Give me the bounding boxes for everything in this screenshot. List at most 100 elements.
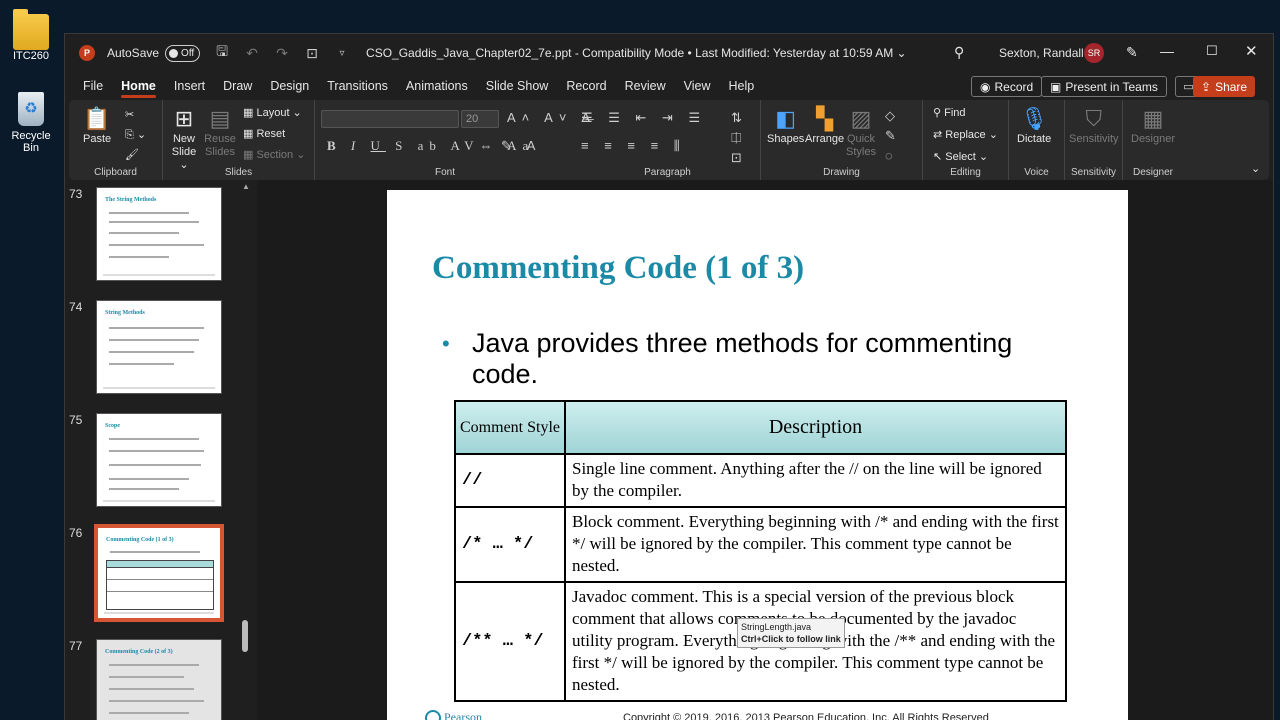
quick-styles-button[interactable]: ▨ Quick Styles: [843, 106, 879, 159]
share-label: Share: [1215, 79, 1248, 94]
alignment-buttons[interactable]: ≡ ≡ ≡ ≡ ⫼: [581, 138, 686, 154]
group-label: Slides: [224, 167, 253, 178]
slide-thumbnail-76[interactable]: Commenting Code (1 of 3): [94, 524, 224, 622]
group-label: Designer: [1132, 167, 1174, 178]
slide-title[interactable]: Commenting Code (1 of 3): [432, 250, 804, 287]
format-painter-button[interactable]: 🖌: [125, 148, 139, 161]
minimize-icon[interactable]: —: [1160, 43, 1174, 59]
find-button[interactable]: ⚲ Find: [933, 106, 966, 119]
layout-button[interactable]: ▦ Layout ⌄: [243, 106, 302, 119]
customize-toolbar-icon[interactable]: ▿: [334, 48, 350, 59]
slide-footer: Copyright © 2019, 2016, 2013 Pearson Edu…: [623, 712, 989, 720]
collapse-ribbon-icon[interactable]: ⌄: [1251, 162, 1260, 175]
tab-animations[interactable]: Animations: [406, 79, 468, 93]
drawing-group: ◧ Shapes ▚ Arrange ▨ Quick Styles ◇ ✎ ◌ Drawi…: [761, 100, 923, 180]
thumbnail-footer: [103, 387, 215, 389]
hyperlink-tooltip: StringLength.java Ctrl+Click to follow l…: [737, 618, 845, 648]
tab-draw[interactable]: Draw: [223, 79, 252, 93]
record-button[interactable]: ◉ Record: [971, 76, 1043, 97]
thumbnail-title: String Methods: [105, 310, 145, 316]
tab-view[interactable]: View: [684, 79, 711, 93]
font-color-buttons[interactable]: ✎ A: [501, 138, 541, 154]
user-name[interactable]: Sexton, Randall S: [999, 46, 1095, 60]
slide-thumbnail-75[interactable]: Scope: [96, 413, 222, 507]
present-label: Present in Teams: [1065, 79, 1158, 94]
cut-button[interactable]: ✂: [125, 108, 134, 121]
slide-editor: Commenting Code (1 of 3) • Java provides…: [257, 180, 1273, 720]
shapes-button[interactable]: ◧ Shapes: [767, 106, 804, 146]
undo-icon[interactable]: ↶: [244, 45, 260, 62]
thumbnail-text-line: [109, 221, 199, 223]
comment-description-cell: Block comment. Everything beginning with…: [564, 506, 1067, 583]
tab-review[interactable]: Review: [625, 79, 666, 93]
tab-transitions[interactable]: Transitions: [327, 79, 388, 93]
table-row: // Single line comment. Anything after t…: [454, 453, 1067, 508]
quick-styles-icon: ▨: [850, 106, 872, 131]
thumbnail-title: Commenting Code (2 of 3): [105, 649, 173, 655]
dictate-button[interactable]: 🎙 Dictate: [1017, 106, 1051, 146]
reuse-slides-button[interactable]: ▤ Reuse Slides: [203, 106, 237, 159]
present-from-start-icon[interactable]: ⊡: [304, 45, 320, 62]
desktop-recycle-bin[interactable]: Recycle Bin: [4, 92, 58, 154]
pearson-logo-text: Pearson: [444, 710, 482, 720]
thumbnail-scrollbar[interactable]: [242, 620, 248, 652]
recycle-bin-icon: [18, 92, 44, 126]
sensitivity-button[interactable]: ⛉ Sensitivity: [1069, 106, 1119, 146]
avatar[interactable]: SR: [1084, 43, 1104, 63]
thumbnail-number: 77: [69, 639, 83, 653]
designer-button[interactable]: ▦ Designer: [1131, 106, 1175, 146]
select-button[interactable]: ↖ Select ⌄: [933, 150, 988, 163]
tab-file[interactable]: File: [83, 79, 103, 93]
tab-record[interactable]: Record: [566, 79, 606, 93]
slide-bullet[interactable]: • Java provides three methods for commen…: [442, 328, 1062, 390]
section-button[interactable]: ▦ Section ⌄: [243, 148, 305, 161]
group-label: Paragraph: [644, 167, 691, 178]
tab-insert[interactable]: Insert: [174, 79, 205, 93]
autosave-toggle[interactable]: Off: [165, 44, 201, 62]
search-icon[interactable]: ⚲: [954, 44, 964, 61]
thumbnail-text-line: [109, 339, 199, 341]
font-size-select[interactable]: 20: [461, 110, 499, 128]
designer-icon: ▦: [1142, 106, 1164, 131]
paste-button[interactable]: 📋 Paste: [83, 106, 111, 146]
redo-icon[interactable]: ↷: [274, 45, 290, 62]
font-name-select[interactable]: [321, 110, 459, 128]
slide-canvas[interactable]: Commenting Code (1 of 3) • Java provides…: [387, 190, 1128, 720]
thumbnail-number: 76: [69, 526, 83, 540]
slide-thumbnail-73[interactable]: The String Methods: [96, 187, 222, 281]
table-header-description: Description: [564, 400, 1067, 455]
save-icon[interactable]: 🖫: [214, 41, 230, 65]
comment-styles-table[interactable]: Comment Style Description // Single line…: [454, 400, 1067, 702]
folder-icon: [13, 9, 49, 50]
slide-thumbnail-77[interactable]: Commenting Code (2 of 3): [96, 639, 222, 720]
pen-icon[interactable]: ✎: [1126, 44, 1138, 61]
desktop-folder-itc260[interactable]: ITC260: [4, 9, 58, 62]
maximize-icon[interactable]: ☐: [1206, 43, 1218, 59]
designer-group: ▦ Designer Designer: [1123, 100, 1183, 180]
group-label: Editing: [950, 167, 981, 178]
list-buttons[interactable]: ☰ ☰ ⇤ ⇥ ☰: [581, 110, 706, 126]
text-direction-buttons[interactable]: ⇅ ⎅ ⊡: [731, 108, 742, 168]
present-in-teams-button[interactable]: ▣ Present in Teams: [1041, 76, 1167, 97]
reuse-slides-label: Reuse Slides: [204, 133, 236, 158]
close-icon[interactable]: ✕: [1245, 42, 1258, 60]
editing-group: ⚲ Find ⇄ Replace ⌄ ↖ Select ⌄ Editing: [923, 100, 1009, 180]
tab-slide-show[interactable]: Slide Show: [486, 79, 549, 93]
tab-home[interactable]: Home: [121, 79, 156, 98]
copy-button[interactable]: ⎘ ⌄: [125, 128, 146, 142]
tab-help[interactable]: Help: [728, 79, 754, 93]
thumbnail-text-line: [109, 478, 189, 480]
tooltip-hint: Ctrl+Click to follow link: [741, 634, 841, 644]
replace-button[interactable]: ⇄ Replace ⌄: [933, 128, 998, 141]
new-slide-button[interactable]: ⊞ New Slide ⌄: [167, 106, 201, 171]
shape-fill-outline-effects[interactable]: ◇ ✎ ◌: [885, 106, 896, 166]
sensitivity-group: ⛉ Sensitivity Sensitivity: [1065, 100, 1123, 180]
document-title[interactable]: CSO_Gaddis_Java_Chapter02_7e.ppt - Compa…: [366, 46, 907, 60]
tab-design[interactable]: Design: [270, 79, 309, 93]
reset-button[interactable]: ▦ Reset: [243, 127, 285, 140]
record-icon: ◉: [980, 79, 991, 94]
share-button[interactable]: ⇪ Share: [1193, 76, 1256, 97]
scroll-up-icon[interactable]: ▲: [242, 182, 250, 191]
arrange-button[interactable]: ▚ Arrange: [805, 106, 844, 146]
slide-thumbnail-74[interactable]: String Methods: [96, 300, 222, 394]
